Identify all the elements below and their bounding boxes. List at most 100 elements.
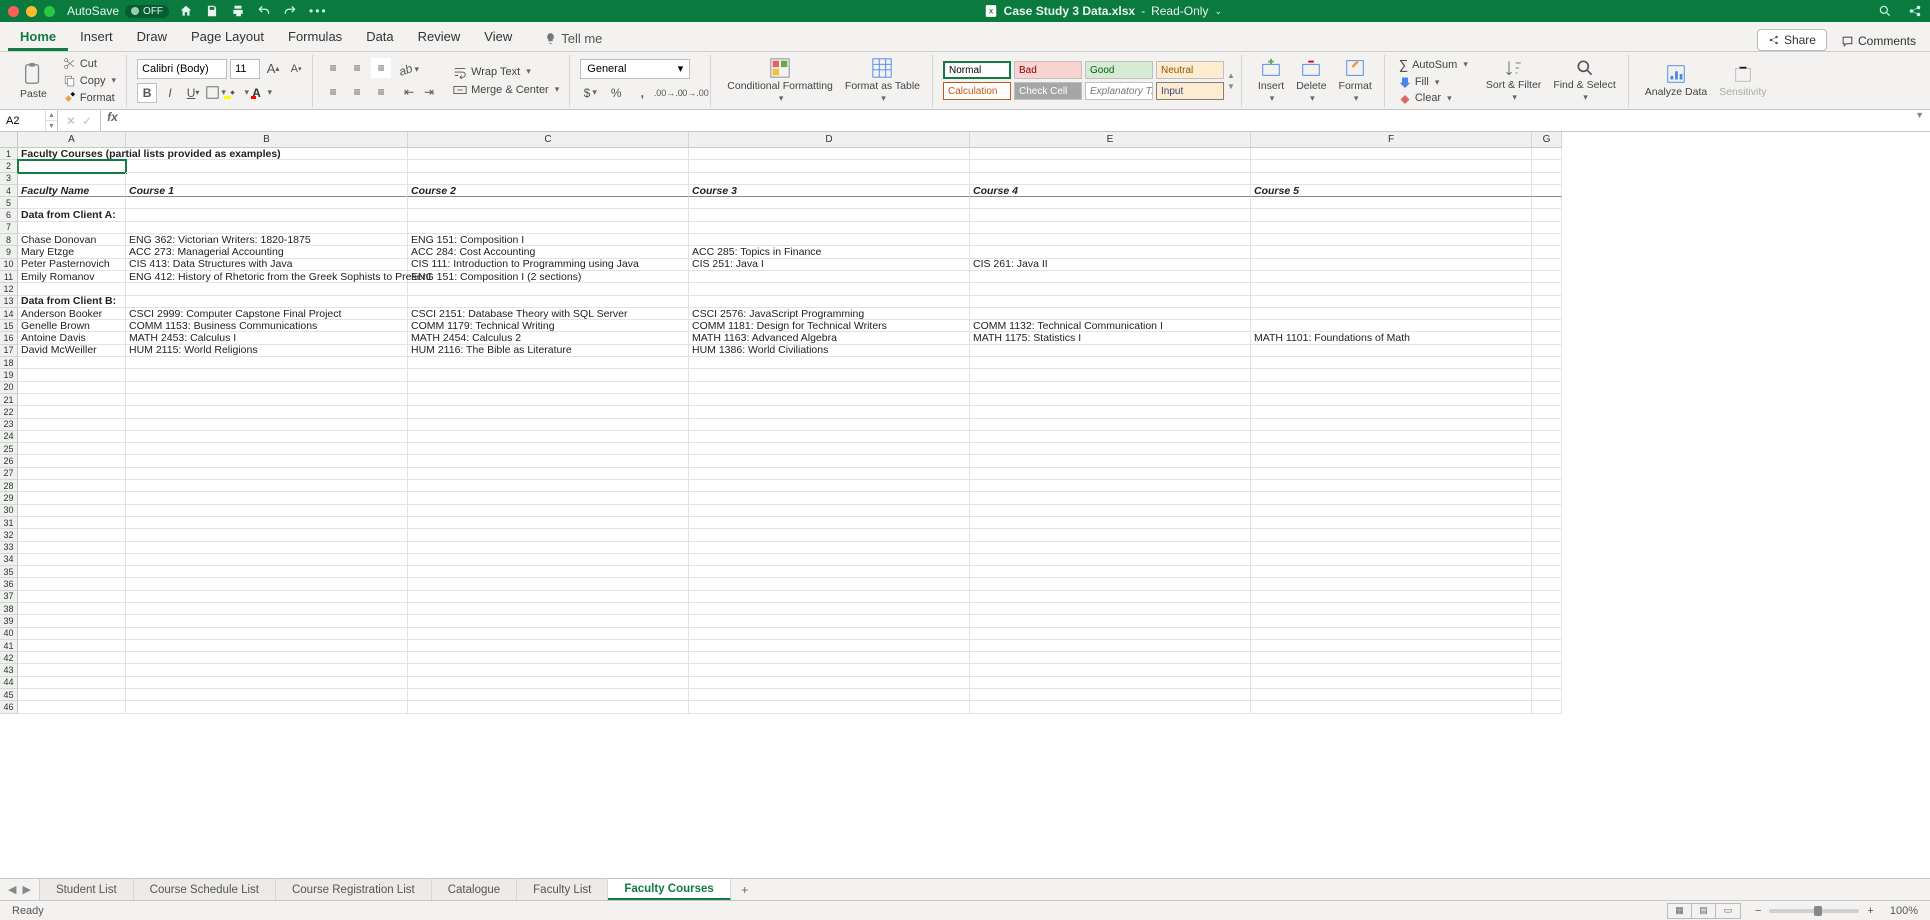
ribbon-tab-view[interactable]: View: [472, 23, 524, 51]
cell[interactable]: [970, 664, 1251, 676]
row-header-6[interactable]: 6: [0, 209, 18, 221]
cell[interactable]: [1251, 345, 1532, 357]
row-header-27[interactable]: 27: [0, 468, 18, 480]
cell[interactable]: [408, 578, 689, 590]
cell[interactable]: [1532, 603, 1562, 615]
cell[interactable]: [408, 173, 689, 185]
cell[interactable]: [970, 394, 1251, 406]
cell[interactable]: [970, 209, 1251, 221]
cell[interactable]: [18, 492, 126, 504]
cell[interactable]: [1251, 271, 1532, 283]
cell[interactable]: [689, 222, 970, 234]
cell[interactable]: [689, 394, 970, 406]
column-header-A[interactable]: A: [18, 132, 126, 148]
row-header-23[interactable]: 23: [0, 419, 18, 431]
cell[interactable]: [1532, 431, 1562, 443]
redo-icon[interactable]: [283, 4, 297, 18]
cell[interactable]: [970, 455, 1251, 467]
cell[interactable]: [126, 689, 408, 701]
cell[interactable]: [126, 369, 408, 381]
cell[interactable]: [126, 603, 408, 615]
cell[interactable]: [970, 615, 1251, 627]
cell[interactable]: [970, 468, 1251, 480]
cell[interactable]: [1251, 431, 1532, 443]
comma-button[interactable]: ,: [632, 83, 652, 103]
row-header-20[interactable]: 20: [0, 382, 18, 394]
cell[interactable]: [408, 160, 689, 172]
cell[interactable]: [689, 209, 970, 221]
cell[interactable]: [408, 406, 689, 418]
cell[interactable]: [1251, 578, 1532, 590]
cell[interactable]: [408, 652, 689, 664]
cell[interactable]: [408, 283, 689, 295]
cell[interactable]: [1251, 652, 1532, 664]
cell[interactable]: Mary Etzge: [18, 246, 126, 258]
cell[interactable]: [689, 677, 970, 689]
cell[interactable]: [689, 173, 970, 185]
cell[interactable]: [18, 431, 126, 443]
cell[interactable]: [1532, 406, 1562, 418]
cell[interactable]: CIS 251: Java I: [689, 259, 970, 271]
cell[interactable]: Course 1: [126, 185, 408, 197]
cell[interactable]: [18, 615, 126, 627]
cell[interactable]: [18, 283, 126, 295]
paste-button[interactable]: Paste: [14, 59, 53, 102]
cell[interactable]: [408, 480, 689, 492]
row-header-41[interactable]: 41: [0, 640, 18, 652]
cell[interactable]: [1251, 419, 1532, 431]
cell[interactable]: [1532, 185, 1562, 197]
cell[interactable]: [408, 419, 689, 431]
column-header-D[interactable]: D: [689, 132, 970, 148]
cell[interactable]: [408, 382, 689, 394]
cell[interactable]: [408, 394, 689, 406]
conditional-formatting-button[interactable]: Conditional Formatting: [721, 55, 839, 105]
row-header-34[interactable]: 34: [0, 554, 18, 566]
cell[interactable]: [408, 455, 689, 467]
cell[interactable]: [1532, 517, 1562, 529]
sheet-tab-course-schedule-list[interactable]: Course Schedule List: [134, 879, 276, 900]
cell[interactable]: [1251, 455, 1532, 467]
cell[interactable]: [408, 554, 689, 566]
cell[interactable]: [689, 419, 970, 431]
cell[interactable]: [689, 382, 970, 394]
orientation-button[interactable]: ab: [399, 60, 419, 80]
cell[interactable]: [1532, 222, 1562, 234]
cell[interactable]: [1251, 382, 1532, 394]
cell[interactable]: [408, 197, 689, 209]
cell[interactable]: [970, 480, 1251, 492]
cell[interactable]: [126, 222, 408, 234]
cell[interactable]: [18, 406, 126, 418]
row-header-36[interactable]: 36: [0, 578, 18, 590]
cell[interactable]: [1532, 591, 1562, 603]
cell[interactable]: Emily Romanov: [18, 271, 126, 283]
font-name-input[interactable]: [137, 59, 227, 79]
cell[interactable]: [1251, 566, 1532, 578]
cell[interactable]: ACC 285: Topics in Finance: [689, 246, 970, 258]
cell[interactable]: [408, 591, 689, 603]
cell[interactable]: [1532, 492, 1562, 504]
cell[interactable]: [408, 615, 689, 627]
cell[interactable]: [18, 517, 126, 529]
cell[interactable]: [689, 271, 970, 283]
cell[interactable]: [18, 357, 126, 369]
row-header-31[interactable]: 31: [0, 517, 18, 529]
bold-button[interactable]: B: [137, 83, 157, 103]
row-header-11[interactable]: 11: [0, 271, 18, 283]
cell[interactable]: [689, 431, 970, 443]
cell[interactable]: [1532, 209, 1562, 221]
cell[interactable]: [1251, 160, 1532, 172]
cell[interactable]: [408, 603, 689, 615]
row-header-40[interactable]: 40: [0, 628, 18, 640]
cell[interactable]: [18, 701, 126, 713]
row-header-3[interactable]: 3: [0, 173, 18, 185]
cell[interactable]: [689, 492, 970, 504]
cell[interactable]: MATH 2453: Calculus I: [126, 332, 408, 344]
cell[interactable]: [689, 468, 970, 480]
cell[interactable]: [689, 517, 970, 529]
cell[interactable]: [408, 566, 689, 578]
cell[interactable]: CSCI 2576: JavaScript Programming: [689, 308, 970, 320]
cell[interactable]: [126, 419, 408, 431]
chevron-down-icon[interactable]: ⌄: [1214, 6, 1222, 17]
cell[interactable]: [970, 419, 1251, 431]
styles-scroll-up-icon[interactable]: ▲: [1227, 71, 1235, 80]
